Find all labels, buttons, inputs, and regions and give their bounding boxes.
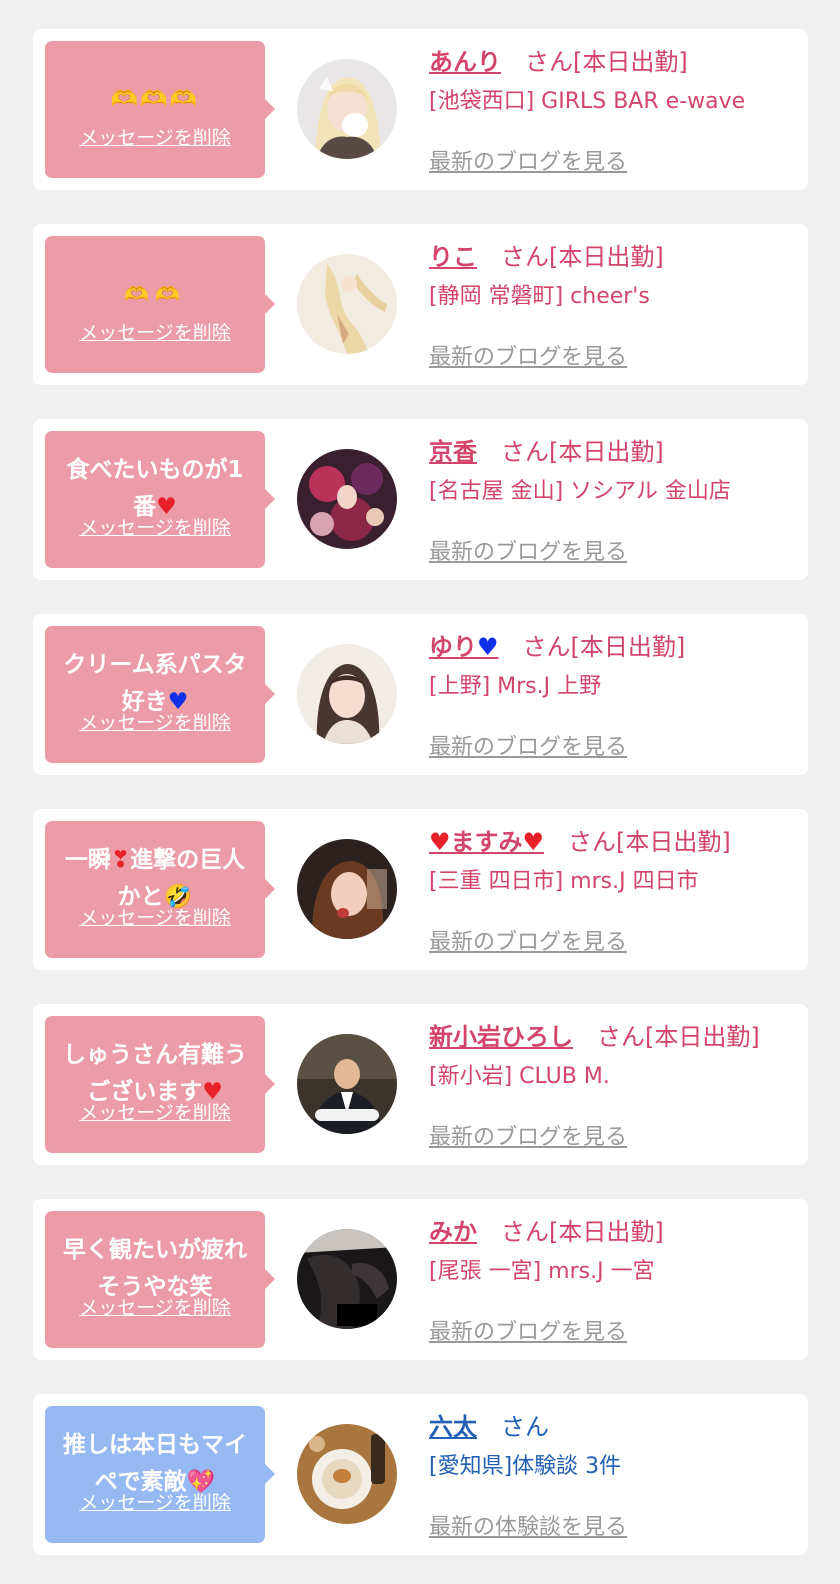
delete-message-link[interactable]: メッセージを削除 (45, 323, 265, 343)
red-heart-icon: ♥ (522, 827, 545, 856)
blue-heart-icon: ♥ (477, 632, 499, 661)
message-bubble: 推しは本日もマイ ペで素敵💖 メッセージを削除 (45, 1406, 275, 1543)
avatar[interactable] (297, 1034, 397, 1134)
cast-name-text: ゆり (429, 632, 477, 661)
message-line: 一瞬 (64, 847, 111, 873)
avatar[interactable] (297, 59, 397, 159)
cast-name-link[interactable]: ♥ますみ♥ (429, 822, 544, 857)
cast-info: みか さん[本日出勤] [尾張 一宮] mrs.J 一宮 最新のブログを見る (429, 1209, 801, 1346)
avatar[interactable] (297, 1229, 397, 1329)
cast-name-text: ますみ (450, 827, 523, 856)
avatar[interactable] (297, 1424, 397, 1524)
cast-info: 京香 さん[本日出勤] [名古屋 金山] ソシアル 金山店 最新のブログを見る (429, 429, 801, 566)
message-text: 食べたいものが1 番♥ (51, 453, 259, 525)
message-line: 早く観たいが疲れ (63, 1237, 247, 1263)
message-line: 進撃の巨人 (130, 847, 246, 873)
review-count: [愛知県]体験談 3件 (429, 1454, 622, 1479)
avatar[interactable] (297, 839, 397, 939)
cast-info: 新小岩ひろし さん[本日出勤] [新小岩] CLUB M. 最新のブログを見る (429, 1014, 801, 1151)
shop-name: [池袋西口] GIRLS BAR e-wave (429, 89, 746, 114)
heart-exclamation-icon: ❣ (110, 847, 131, 873)
message-text: 🫶🫶🫶 (51, 63, 259, 135)
latest-blog-link[interactable]: 最新のブログを見る (429, 534, 627, 566)
message-line: しゅうさん有難う (63, 1042, 247, 1068)
card-anri: 🫶🫶🫶 メッセージを削除 あんり さん[本日出勤] [池袋西口] GIRLS B… (33, 29, 808, 190)
delete-message-link[interactable]: メッセージを削除 (45, 1493, 265, 1513)
message-text: しゅうさん有難う ございます♥ (51, 1038, 259, 1110)
cast-info: ゆり♥ さん[本日出勤] [上野] Mrs.J 上野 最新のブログを見る (429, 624, 801, 761)
message-bubble: 🫶🫶 メッセージを削除 (45, 236, 275, 373)
delete-message-link[interactable]: メッセージを削除 (45, 1298, 265, 1318)
card-kyoka: 食べたいものが1 番♥ メッセージを削除 京香 さん[本日出勤] [名古屋 金山… (33, 419, 808, 580)
red-heart-icon: ♥ (429, 827, 451, 856)
card-rokuta: 推しは本日もマイ ペで素敵💖 メッセージを削除 六太 さん [愛知県]体験談 3… (33, 1394, 808, 1555)
message-bubble: クリーム系パスタ 好き♥ メッセージを削除 (45, 626, 275, 763)
card-masumi: 一瞬❣進撃の巨人 かと🤣 メッセージを削除 ♥ますみ♥ さん[本日出勤] [三重… (33, 809, 808, 970)
shop-name: [上野] Mrs.J 上野 (429, 674, 602, 699)
delete-message-link[interactable]: メッセージを削除 (45, 518, 265, 538)
message-bubble: 🫶🫶🫶 メッセージを削除 (45, 41, 275, 178)
latest-blog-link[interactable]: 最新のブログを見る (429, 144, 627, 176)
shop-name: [三重 四日市] mrs.J 四日市 (429, 869, 699, 894)
message-line: クリーム系パスタ (63, 652, 247, 678)
message-text: クリーム系パスタ 好き♥ (51, 648, 259, 720)
avatar[interactable] (297, 254, 397, 354)
latest-blog-link[interactable]: 最新のブログを見る (429, 339, 627, 371)
shop-name: [名古屋 金山] ソシアル 金山店 (429, 479, 731, 504)
cast-status: さん[本日出勤] (501, 242, 664, 271)
message-bubble: しゅうさん有難う ございます♥ メッセージを削除 (45, 1016, 275, 1153)
message-text: 🫶🫶 (51, 258, 259, 330)
reviewer-info: 六太 さん [愛知県]体験談 3件 最新の体験談を見る (429, 1404, 801, 1541)
cast-name-link[interactable]: 京香 (429, 432, 477, 467)
heart-hands-icon: 🫶🫶 (124, 281, 186, 306)
cast-status: さん[本日出勤] (501, 437, 664, 466)
shop-name: [新小岩] CLUB M. (429, 1064, 610, 1089)
cast-name-link[interactable]: あんり (429, 42, 501, 77)
latest-blog-link[interactable]: 最新のブログを見る (429, 1119, 627, 1151)
delete-message-link[interactable]: メッセージを削除 (45, 128, 265, 148)
card-hiroshi: しゅうさん有難う ございます♥ メッセージを削除 新小岩ひろし さん[本日出勤]… (33, 1004, 808, 1165)
delete-message-link[interactable]: メッセージを削除 (45, 1103, 265, 1123)
cast-name-link[interactable]: りこ (429, 237, 477, 272)
message-bubble: 早く観たいが疲れ そうやな笑 メッセージを削除 (45, 1211, 275, 1348)
card-riko: 🫶🫶 メッセージを削除 りこ さん[本日出勤] [静岡 常磐町] cheer's… (33, 224, 808, 385)
avatar[interactable] (297, 449, 397, 549)
message-bubble: 食べたいものが1 番♥ メッセージを削除 (45, 431, 275, 568)
message-text: 推しは本日もマイ ペで素敵💖 (51, 1428, 259, 1500)
cast-status: さん[本日出勤] (568, 827, 731, 856)
cast-name-link[interactable]: 新小岩ひろし (429, 1017, 573, 1052)
message-text: 早く観たいが疲れ そうやな笑 (51, 1233, 259, 1305)
message-line: 推しは本日もマイ (63, 1432, 247, 1458)
card-yuri: クリーム系パスタ 好き♥ メッセージを削除 ゆり♥ さん[本日出勤] [上野] … (33, 614, 808, 775)
latest-blog-link[interactable]: 最新のブログを見る (429, 729, 627, 761)
cast-status: さん[本日出勤] (522, 632, 686, 661)
shop-name: [尾張 一宮] mrs.J 一宮 (429, 1259, 655, 1284)
message-text: 一瞬❣進撃の巨人 かと🤣 (51, 843, 259, 915)
cast-name-link[interactable]: みか (429, 1212, 477, 1247)
cast-status: さん[本日出勤] (525, 47, 688, 76)
cast-info: ♥ますみ♥ さん[本日出勤] [三重 四日市] mrs.J 四日市 最新のブログ… (429, 819, 801, 956)
cast-status: さん[本日出勤] (501, 1217, 664, 1246)
shop-name: [静岡 常磐町] cheer's (429, 284, 650, 309)
delete-message-link[interactable]: メッセージを削除 (45, 908, 265, 928)
latest-blog-link[interactable]: 最新のブログを見る (429, 924, 627, 956)
card-mika: 早く観たいが疲れ そうやな笑 メッセージを削除 みか さん[本日出勤] [尾張 … (33, 1199, 808, 1360)
latest-review-link[interactable]: 最新の体験談を見る (429, 1509, 627, 1541)
delete-message-link[interactable]: メッセージを削除 (45, 713, 265, 733)
cast-name-link[interactable]: ゆり♥ (429, 627, 499, 662)
message-bubble: 一瞬❣進撃の巨人 かと🤣 メッセージを削除 (45, 821, 275, 958)
cast-info: あんり さん[本日出勤] [池袋西口] GIRLS BAR e-wave 最新の… (429, 39, 801, 176)
cast-status: さん[本日出勤] (597, 1022, 760, 1051)
message-line: 食べたいものが1 (66, 457, 244, 483)
heart-hands-icon: 🫶🫶🫶 (110, 86, 200, 112)
latest-blog-link[interactable]: 最新のブログを見る (429, 1314, 627, 1346)
reviewer-suffix: さん (501, 1412, 549, 1441)
reviewer-name-link[interactable]: 六太 (429, 1407, 477, 1442)
avatar[interactable] (297, 644, 397, 744)
cast-info: りこ さん[本日出勤] [静岡 常磐町] cheer's 最新のブログを見る (429, 234, 801, 371)
